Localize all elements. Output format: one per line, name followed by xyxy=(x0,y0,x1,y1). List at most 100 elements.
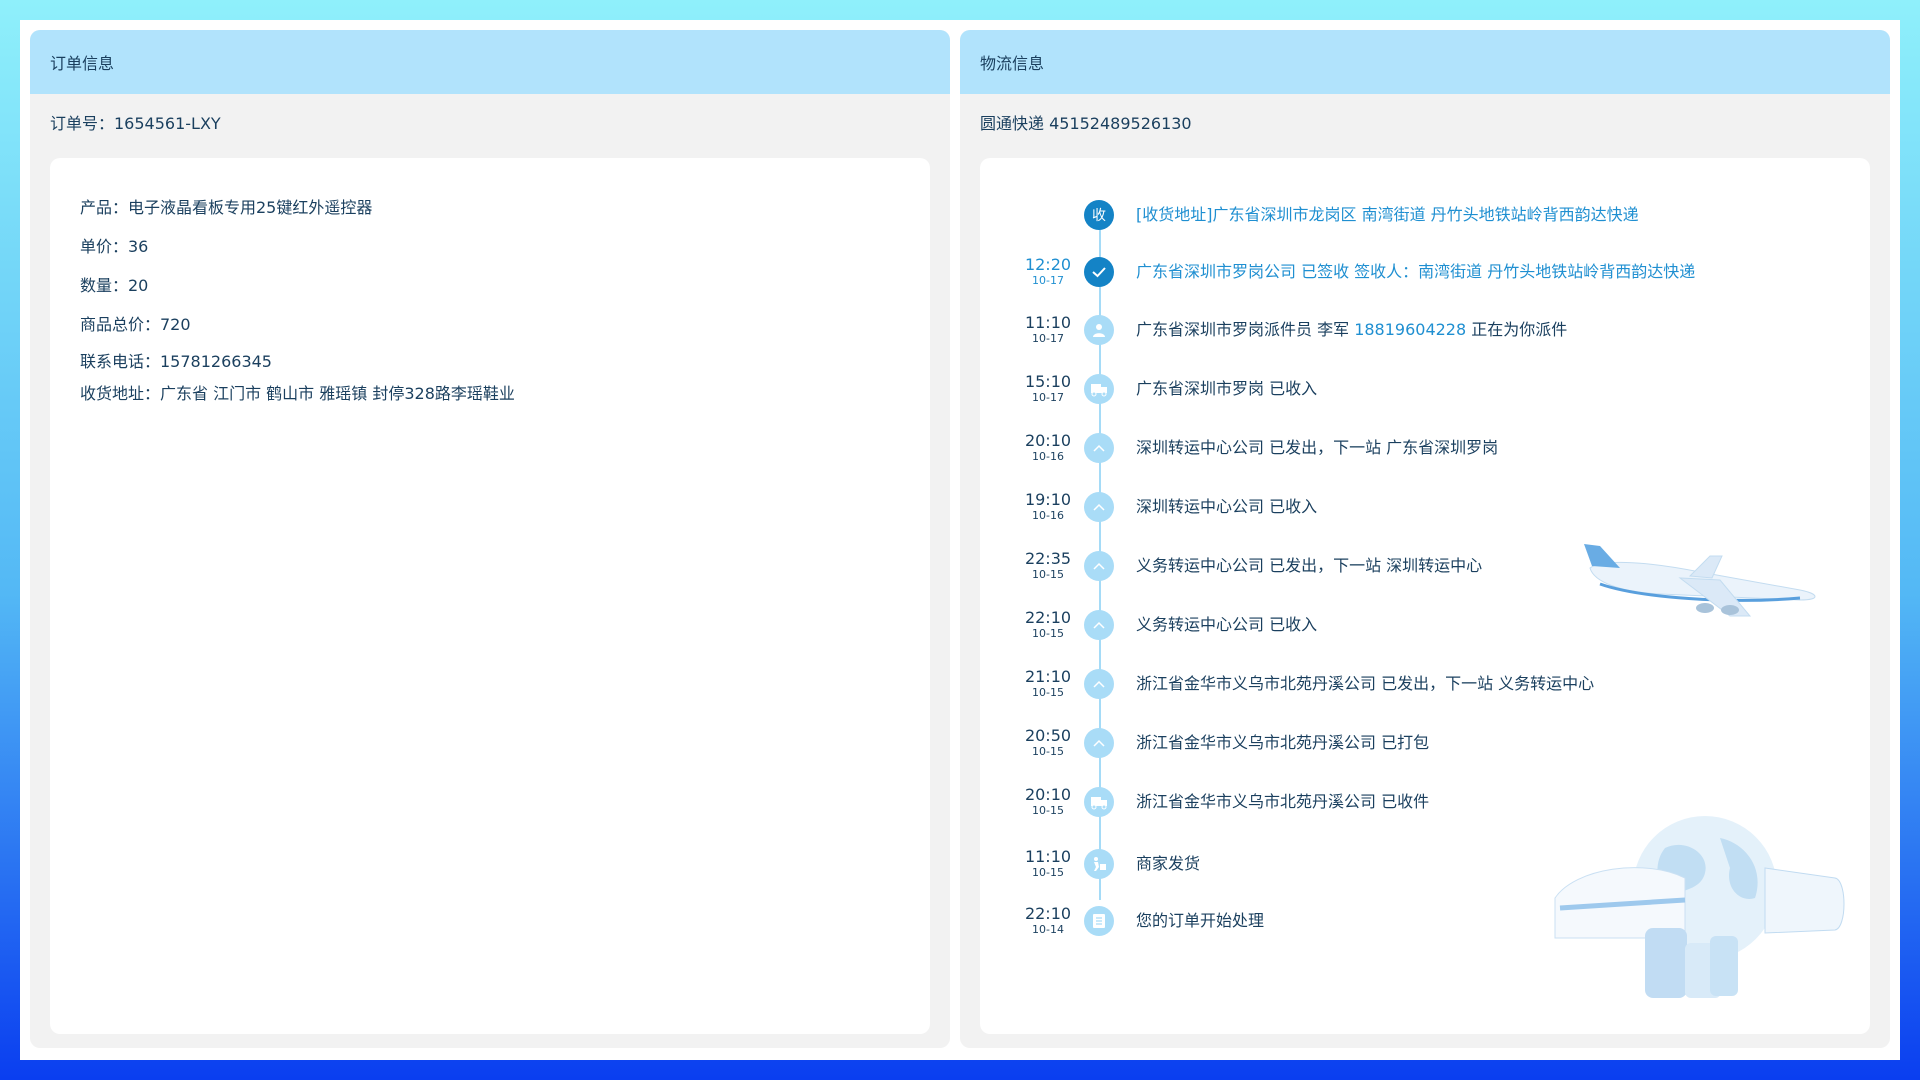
order-number: 订单号：1654561-LXY xyxy=(50,114,221,133)
timeline-time: 20:50 10-15 xyxy=(1020,726,1076,758)
phone-row: 联系电话：15781266345 xyxy=(80,344,515,376)
timeline-item: 15:10 10-17 广东省深圳市罗岗 已收入 xyxy=(980,372,1870,418)
timeline-item: 20:50 10-15 浙江省金华市义乌市北苑丹溪公司 已打包 xyxy=(980,726,1870,772)
logistics-panel: 物流信息 圆通快递 45152489526130 收 [收货地址]广东省深圳市龙… xyxy=(960,30,1890,1048)
chevron-up-icon xyxy=(1084,492,1114,522)
carrier-text: 圆通快递 45152489526130 xyxy=(980,114,1192,133)
timeline-text: 浙江省金华市义乌市北苑丹溪公司 已打包 xyxy=(1136,733,1430,752)
timeline-text: 深圳转运中心公司 已收入 xyxy=(1136,497,1318,516)
timeline-hour: 22:10 xyxy=(1024,904,1072,923)
timeline-hour: 19:10 xyxy=(1024,490,1072,509)
chevron-up-icon xyxy=(1084,610,1114,640)
timeline-time: 19:10 10-16 xyxy=(1020,490,1076,522)
timeline-item: 20:10 10-16 深圳转运中心公司 已发出，下一站 广东省深圳罗岗 xyxy=(980,431,1870,477)
timeline-hour: 11:10 xyxy=(1024,313,1072,332)
receive-badge-icon: 收 xyxy=(1084,200,1114,230)
timeline-date: 10-15 xyxy=(1032,866,1064,879)
timeline-date: 10-17 xyxy=(1032,274,1064,287)
document-icon xyxy=(1084,906,1114,936)
timeline-text: 义务转运中心公司 已发出，下一站 深圳转运中心 xyxy=(1136,556,1483,575)
timeline-date: 10-16 xyxy=(1032,450,1064,463)
timeline-item: 22:35 10-15 义务转运中心公司 已发出，下一站 深圳转运中心 xyxy=(980,549,1870,595)
total-text: 商品总价：720 xyxy=(80,314,191,334)
timeline-time: 11:10 10-15 xyxy=(1020,847,1076,879)
order-panel-title: 订单信息 xyxy=(50,54,115,73)
receive-badge-label: 收 xyxy=(1092,208,1106,224)
warehouse-icon xyxy=(1084,787,1114,817)
timeline-text: 商家发货 xyxy=(1136,854,1201,873)
timeline-item: 11:10 10-15 商家发货 xyxy=(980,847,1870,893)
timeline-text-after: 正在为你派件 xyxy=(1466,320,1568,339)
timeline-item: 11:10 10-17 广东省深圳市罗岗派件员 李军 18819604228 正… xyxy=(980,313,1870,359)
total-row: 商品总价：720 xyxy=(80,303,515,342)
quantity-row: 数量：20 xyxy=(80,264,515,303)
courier-icon xyxy=(1084,315,1114,345)
product-row: 产品：电子液晶看板专用25键红外遥控器 xyxy=(80,186,515,225)
timeline-hour: 20:50 xyxy=(1024,726,1072,745)
timeline-item: 收 [收货地址]广东省深圳市龙岗区 南湾街道 丹竹头地铁站岭背西韵达快递 xyxy=(980,200,1870,244)
timeline-date: 10-15 xyxy=(1032,627,1064,640)
check-icon xyxy=(1084,257,1114,287)
phone-text: 联系电话：15781266345 xyxy=(80,352,272,371)
chevron-up-icon xyxy=(1084,551,1114,581)
timeline-hour: 20:10 xyxy=(1024,785,1072,804)
order-panel-header: 订单信息 xyxy=(30,30,950,94)
timeline-item: 20:10 10-15 浙江省金华市义乌市北苑丹溪公司 已收件 xyxy=(980,785,1870,831)
timeline-text: [收货地址]广东省深圳市龙岗区 南湾街道 丹竹头地铁站岭背西韵达快递 xyxy=(1136,205,1639,224)
timeline-time: 12:20 10-17 xyxy=(1020,255,1076,287)
timeline-item: 22:10 10-15 义务转运中心公司 已收入 xyxy=(980,608,1870,654)
logistics-panel-header: 物流信息 xyxy=(960,30,1890,94)
timeline-hour: 22:35 xyxy=(1024,549,1072,568)
chevron-up-icon xyxy=(1084,433,1114,463)
timeline-text-before: 广东省深圳市罗岗派件员 李军 xyxy=(1136,320,1355,339)
chevron-up-icon xyxy=(1084,728,1114,758)
timeline-text: 您的订单开始处理 xyxy=(1136,911,1265,930)
product-text: 产品：电子液晶看板专用25键红外遥控器 xyxy=(80,197,373,217)
timeline-date: 10-15 xyxy=(1032,804,1064,817)
address-row: 收货地址：广东省 江门市 鹤山市 雅瑶镇 封停328路李瑶鞋业 xyxy=(80,376,515,408)
timeline-text: 浙江省金华市义乌市北苑丹溪公司 已收件 xyxy=(1136,792,1430,811)
timeline-text: 深圳转运中心公司 已发出，下一站 广东省深圳罗岗 xyxy=(1136,438,1499,457)
page-frame: 订单信息 订单号：1654561-LXY 产品：电子液晶看板专用25键红外遥控器… xyxy=(20,20,1900,1060)
timeline-text: 广东省深圳市罗岗派件员 李军 18819604228 正在为你派件 xyxy=(1136,319,1567,341)
unit-price-row: 单价：36 xyxy=(80,225,515,264)
logistics-panel-title: 物流信息 xyxy=(980,54,1045,73)
timeline-hour: 15:10 xyxy=(1024,372,1072,391)
timeline-time: 21:10 10-15 xyxy=(1020,667,1076,699)
timeline-item: 12:20 10-17 广东省深圳市罗岗公司 已签收 签收人：南湾街道 丹竹头地… xyxy=(980,255,1870,301)
timeline-hour: 21:10 xyxy=(1024,667,1072,686)
carrier-line: 圆通快递 45152489526130 xyxy=(960,94,1890,150)
shipper-icon xyxy=(1084,849,1114,879)
timeline-text: 浙江省金华市义乌市北苑丹溪公司 已发出，下一站 义务转运中心 xyxy=(1136,674,1595,693)
timeline-hour: 20:10 xyxy=(1024,431,1072,450)
timeline-date: 10-14 xyxy=(1032,923,1064,936)
order-panel: 订单信息 订单号：1654561-LXY 产品：电子液晶看板专用25键红外遥控器… xyxy=(30,30,950,1048)
timeline-date: 10-17 xyxy=(1032,391,1064,404)
warehouse-icon xyxy=(1084,374,1114,404)
order-detail-card: 产品：电子液晶看板专用25键红外遥控器 单价：36 数量：20 商品总价：720… xyxy=(50,158,930,1034)
timeline-time: 20:10 10-15 xyxy=(1020,785,1076,817)
logistics-timeline: 收 [收货地址]广东省深圳市龙岗区 南湾街道 丹竹头地铁站岭背西韵达快递 12:… xyxy=(980,158,1870,1034)
timeline-item: 19:10 10-16 深圳转运中心公司 已收入 xyxy=(980,490,1870,536)
timeline-hour: 11:10 xyxy=(1024,847,1072,866)
order-detail-list: 产品：电子液晶看板专用25键红外遥控器 单价：36 数量：20 商品总价：720… xyxy=(80,186,515,408)
timeline-time: 15:10 10-17 xyxy=(1020,372,1076,404)
timeline-date: 10-15 xyxy=(1032,686,1064,699)
timeline-date: 10-17 xyxy=(1032,332,1064,345)
timeline-hour: 12:20 xyxy=(1024,255,1072,274)
timeline-text: 广东省深圳市罗岗公司 已签收 签收人：南湾街道 丹竹头地铁站岭背西韵达快递 xyxy=(1136,262,1696,281)
timeline-item: 21:10 10-15 浙江省金华市义乌市北苑丹溪公司 已发出，下一站 义务转运… xyxy=(980,667,1870,713)
timeline-time: 11:10 10-17 xyxy=(1020,313,1076,345)
timeline-date: 10-15 xyxy=(1032,745,1064,758)
timeline-hour: 22:10 xyxy=(1024,608,1072,627)
timeline-time: 22:10 10-15 xyxy=(1020,608,1076,640)
courier-phone-link[interactable]: 18819604228 xyxy=(1354,320,1466,339)
timeline-item: 22:10 10-14 您的订单开始处理 xyxy=(980,904,1870,950)
chevron-up-icon xyxy=(1084,669,1114,699)
timeline-text: 广东省深圳市罗岗 已收入 xyxy=(1136,379,1318,398)
logistics-card: 收 [收货地址]广东省深圳市龙岗区 南湾街道 丹竹头地铁站岭背西韵达快递 12:… xyxy=(980,158,1870,1034)
unit-price-text: 单价：36 xyxy=(80,236,149,256)
timeline-text: 义务转运中心公司 已收入 xyxy=(1136,615,1318,634)
address-text: 收货地址：广东省 江门市 鹤山市 雅瑶镇 封停328路李瑶鞋业 xyxy=(80,384,515,403)
timeline-date: 10-15 xyxy=(1032,568,1064,581)
